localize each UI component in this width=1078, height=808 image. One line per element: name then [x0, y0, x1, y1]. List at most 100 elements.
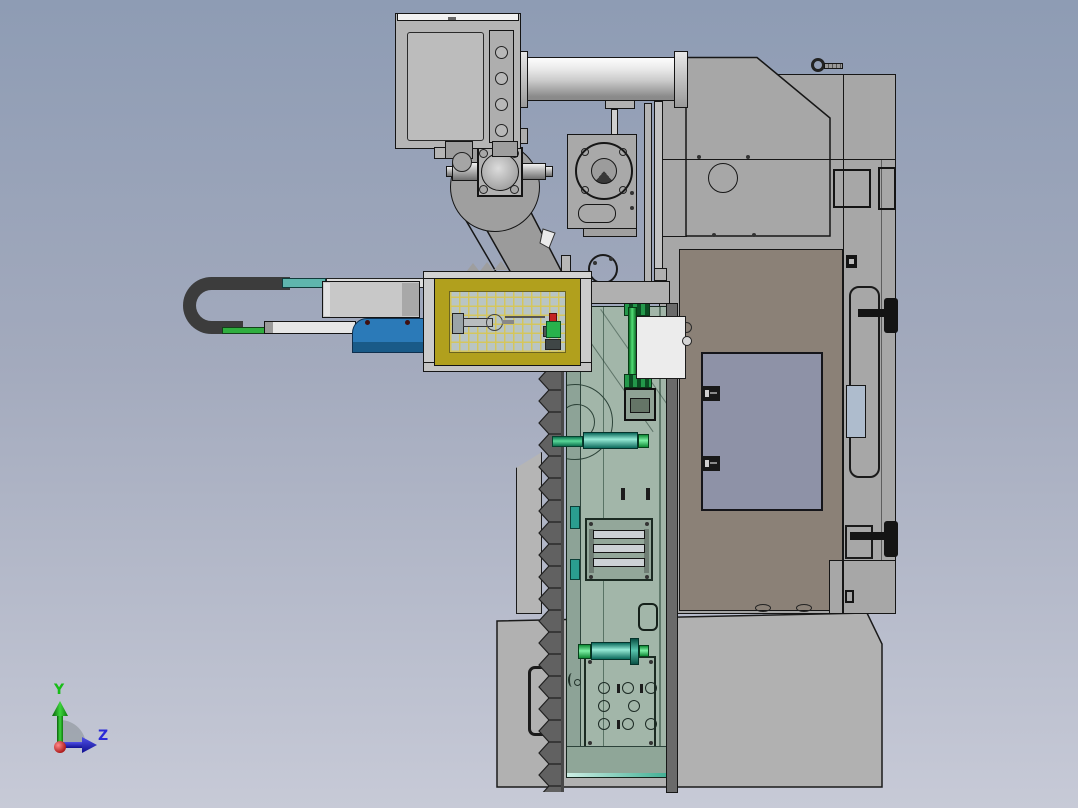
door-window [701, 352, 823, 511]
bolt-hole [479, 185, 488, 194]
cable-carrier-u [183, 277, 243, 334]
bolt-tee [617, 684, 620, 693]
body-bolt [697, 155, 701, 159]
latch-glyph [705, 390, 709, 397]
bolt [630, 206, 634, 210]
bolt [649, 741, 653, 745]
spindle-ring [486, 314, 503, 331]
cad-viewport[interactable]: Y Z [0, 0, 1078, 808]
bolt [649, 660, 653, 664]
clamp-bracket [624, 388, 656, 421]
bolt [588, 660, 592, 664]
bolt [609, 257, 613, 261]
spindle-rod [502, 320, 514, 324]
bellows-cover [536, 368, 564, 792]
strip-hole [495, 124, 508, 137]
cylinder-rod [611, 109, 618, 135]
carriage-edge [324, 283, 330, 316]
hole [598, 700, 610, 712]
bolt [593, 261, 597, 265]
gearbox-lip [583, 228, 637, 237]
linear-rail [264, 321, 356, 334]
slat [593, 530, 645, 539]
body-seam [659, 159, 896, 160]
actuator-blue [352, 318, 425, 353]
gearbox-slot [578, 204, 616, 223]
hole [628, 700, 640, 712]
bolt-tee [617, 720, 620, 729]
door-edge-line [843, 74, 844, 614]
door-latch [701, 456, 720, 471]
bolt-hole [479, 149, 488, 158]
pivot-pin-tip [545, 166, 553, 177]
latch-glyph [710, 392, 717, 394]
shaft-upper-left [552, 436, 583, 447]
bolt-hole [510, 185, 519, 194]
panel-glyph [574, 679, 581, 686]
side-window [846, 385, 866, 438]
guide-rail [644, 103, 652, 283]
slat [593, 544, 645, 553]
eyebolt-pin [824, 63, 843, 69]
body-hole [708, 163, 738, 193]
latch-glyph [710, 462, 717, 464]
top-box-cap [397, 13, 519, 21]
gearbox-bore [591, 158, 617, 184]
beam-post [654, 268, 667, 281]
hinge-knob [884, 298, 898, 333]
guard-fin [494, 261, 508, 270]
shaft-upper [583, 432, 638, 449]
gripper-green [546, 321, 561, 338]
shaft-lower-cap [578, 644, 591, 659]
hole [645, 682, 657, 694]
door-edge-line [881, 160, 882, 560]
strip-hole [495, 98, 508, 111]
bolt-hole [581, 186, 589, 194]
bolt-tee [621, 488, 625, 500]
hole [598, 682, 610, 694]
bolt-tee [640, 684, 643, 693]
bolt-slot [796, 604, 812, 612]
slide-carriage [322, 281, 420, 318]
hole [645, 718, 657, 730]
bolt [645, 522, 649, 526]
machine-body-sloped-top [685, 56, 831, 237]
clamp-tab [545, 339, 561, 350]
body-bolt [712, 233, 716, 237]
guide-rail [654, 101, 663, 283]
arc-circle [588, 254, 618, 281]
body-bolt [752, 233, 756, 237]
body-seam-short [659, 236, 687, 237]
guide-pad [570, 506, 580, 529]
holes-plate [584, 656, 657, 748]
axis-y-label: Y [54, 682, 65, 698]
strip-hole [495, 46, 508, 59]
door-seam [843, 560, 896, 561]
pneumatic-cylinder [527, 57, 676, 101]
guard-fin [480, 262, 494, 271]
axis-z-label: Z [98, 728, 109, 744]
box-hinge [492, 141, 518, 157]
slat [593, 558, 645, 567]
bolt-slot [755, 604, 771, 612]
bolt-hole [581, 148, 589, 156]
bracket-outline [638, 603, 658, 631]
pivot-pin [522, 163, 546, 180]
clamp-glyph [849, 259, 854, 264]
shaft-lower-disc [630, 638, 639, 665]
top-box-tick [448, 17, 456, 20]
column-strip [567, 307, 581, 777]
strip-hole [495, 72, 508, 85]
hinge-box [845, 525, 873, 559]
shaft-lower [591, 642, 635, 660]
eyebolt-icon [811, 58, 825, 72]
carriage-knob [682, 336, 692, 346]
green-strip [222, 327, 268, 334]
body-cutout [833, 169, 871, 208]
body-step [829, 560, 843, 614]
hinge-pin [850, 532, 886, 540]
bolt-hole [619, 148, 627, 156]
column-bottom-band [567, 746, 667, 773]
bolt [630, 191, 634, 195]
bolt [588, 741, 592, 745]
